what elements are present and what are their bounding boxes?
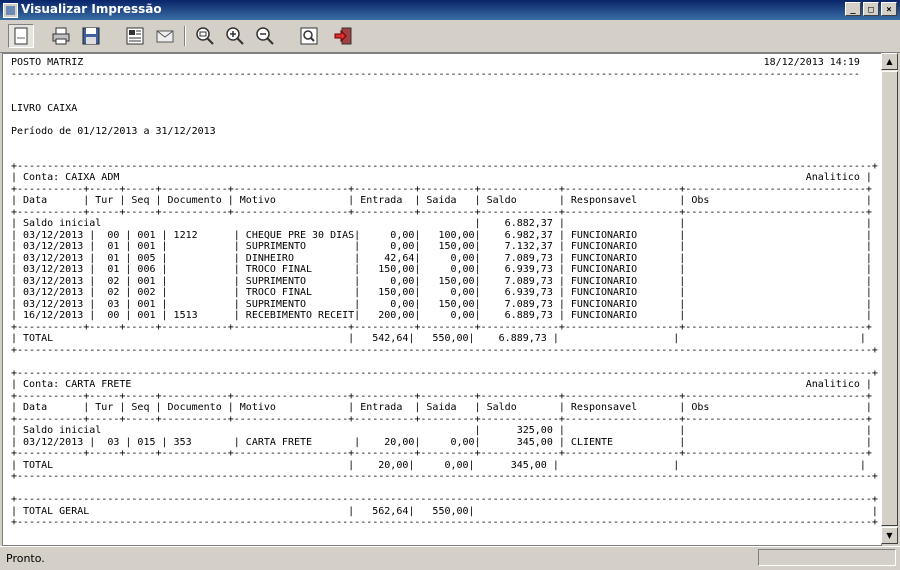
app-icon — [3, 3, 18, 18]
scroll-down-button[interactable]: ▼ — [881, 527, 898, 544]
zoom-out-button[interactable] — [252, 24, 278, 48]
status-text: Pronto. — [6, 552, 45, 565]
title-bar: Visualizar Impressão _ □ × — [0, 0, 900, 20]
exit-icon — [334, 27, 352, 45]
toolbar — [0, 20, 900, 53]
export-button[interactable] — [152, 24, 178, 48]
envelope-icon — [156, 30, 174, 43]
page-view-button[interactable] — [8, 24, 34, 48]
scroll-thumb[interactable] — [881, 71, 898, 526]
zoom-fit-button[interactable] — [192, 24, 218, 48]
report-line: LIVRO CAIXA — [11, 103, 78, 114]
page-setup-button[interactable] — [122, 24, 148, 48]
window-buttons: _ □ × — [845, 2, 897, 16]
report-line: +---------------------------------------… — [11, 344, 878, 356]
zoom-in-icon — [226, 27, 244, 45]
report-line: Período de 01/12/2013 a 31/12/2013 — [11, 126, 216, 137]
maximize-button[interactable]: □ — [863, 2, 879, 16]
report-preview: POSTO MATRIZ 18/12/2013 14:19 -----------… — [2, 53, 882, 546]
document-settings-icon — [126, 27, 144, 45]
save-button[interactable] — [78, 24, 104, 48]
status-panel — [758, 549, 896, 566]
status-bar: Pronto. — [0, 546, 900, 570]
window-title: Visualizar Impressão — [21, 2, 162, 16]
floppy-disk-icon — [82, 27, 100, 45]
vertical-scrollbar[interactable]: ▲ ▼ — [881, 53, 898, 544]
zoom-fit-icon — [196, 27, 214, 45]
page-icon — [14, 27, 28, 45]
close-button[interactable]: × — [881, 2, 897, 16]
zoom-in-button[interactable] — [222, 24, 248, 48]
find-button[interactable] — [296, 24, 322, 48]
zoom-out-icon — [256, 27, 274, 45]
exit-button[interactable] — [330, 24, 356, 48]
report-line: +---------------------------------------… — [11, 471, 878, 482]
report-line: +---------------------------------------… — [11, 517, 878, 528]
print-button[interactable] — [48, 24, 74, 48]
printer-icon — [52, 27, 70, 45]
toolbar-separator — [184, 26, 186, 46]
report-line: ----------------------------------------… — [11, 68, 860, 80]
scroll-up-button[interactable]: ▲ — [881, 53, 898, 70]
find-icon — [300, 27, 318, 45]
minimize-button[interactable]: _ — [845, 2, 861, 16]
